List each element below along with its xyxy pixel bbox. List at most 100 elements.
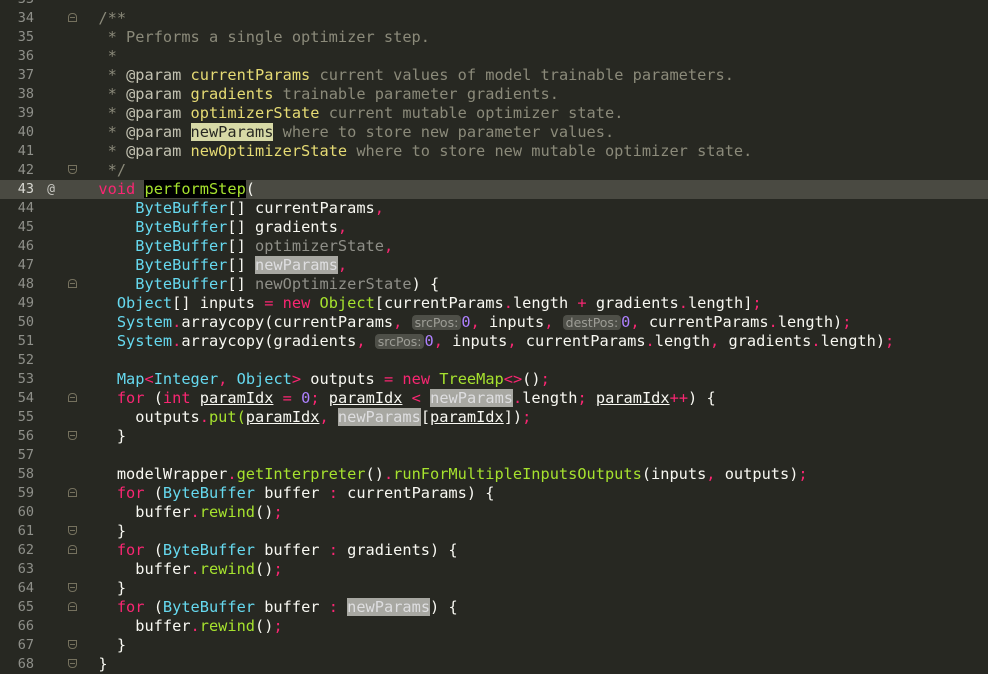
code-token: newParams [255, 256, 338, 274]
fold-collapse-icon[interactable] [68, 279, 77, 288]
code-text: void performStep( [80, 180, 255, 199]
code-line[interactable]: 39 * @param optimizerState current mutab… [0, 104, 988, 123]
code-token: [] [227, 237, 256, 255]
fold-collapse-icon[interactable] [68, 13, 77, 22]
code-token: Object [116, 294, 173, 312]
code-token: 0 [461, 313, 471, 331]
code-token: outputs [301, 370, 384, 388]
code-token: ; [310, 389, 320, 407]
override-marker-icon[interactable]: @ [44, 180, 58, 199]
code-line[interactable]: 51 System.arraycopy(gradients, srcPos: 0,… [0, 332, 988, 351]
code-line[interactable]: 46 ByteBuffer[] optimizerState, [0, 237, 988, 256]
code-token: ; [522, 408, 532, 426]
code-token: rewind [199, 503, 256, 521]
code-line[interactable]: 34 /** [0, 9, 988, 28]
code-line[interactable]: 62 for (ByteBuffer buffer : gradients) { [0, 541, 988, 560]
code-token: ) { [411, 275, 440, 293]
code-text: System.arraycopy(gradients, srcPos: 0, in… [80, 332, 894, 351]
code-token: arraycopy(currentParams [181, 313, 394, 331]
code-line[interactable]: 64 } [0, 579, 988, 598]
code-line[interactable]: 42 */ [0, 161, 988, 180]
code-token: ByteBuffer [135, 199, 228, 217]
code-token: length) [820, 332, 886, 350]
code-line[interactable]: 50 System.arraycopy(currentParams, srcPo… [0, 313, 988, 332]
code-token: currentParams) { [337, 484, 495, 502]
code-token: ; [540, 370, 550, 388]
code-line[interactable]: 54 for (int paramIdx = 0; paramIdx < new… [0, 389, 988, 408]
code-line[interactable]: 40 * @param newParams where to store new… [0, 123, 988, 142]
code-text: buffer.rewind(); [80, 503, 283, 522]
code-token: ByteBuffer [135, 218, 228, 236]
code-token: current mutable optimizer state. [319, 104, 624, 122]
fold-end-icon[interactable] [68, 431, 77, 440]
code-token: , [319, 408, 329, 426]
fold-end-icon[interactable] [68, 526, 77, 535]
code-token: rewind [199, 560, 256, 578]
code-token: @param [126, 85, 182, 103]
code-line[interactable]: 41 * @param newOptimizerState where to s… [0, 142, 988, 161]
code-line[interactable]: 38 * @param gradients trainable paramete… [0, 85, 988, 104]
code-text: ByteBuffer[] currentParams, [80, 199, 384, 218]
code-line[interactable]: 37 * @param currentParams current values… [0, 66, 988, 85]
code-token: > [291, 370, 302, 388]
code-token: ; [273, 503, 283, 521]
fold-end-icon[interactable] [68, 659, 77, 668]
code-line[interactable]: 59 for (ByteBuffer buffer : currentParam… [0, 484, 988, 503]
line-number: 35 [17, 29, 34, 45]
code-line[interactable]: 65 for (ByteBuffer buffer : newParams) { [0, 598, 988, 617]
code-line[interactable]: 68 } [0, 655, 988, 674]
fold-collapse-icon[interactable] [68, 393, 77, 402]
fold-end-icon[interactable] [68, 165, 77, 174]
line-number: 44 [17, 200, 34, 216]
code-line[interactable]: 47 ByteBuffer[] newParams, [0, 256, 988, 275]
code-line[interactable]: 53 Map<Integer, Object> outputs = new Tr… [0, 370, 988, 389]
code-line[interactable]: 36 * [0, 47, 988, 66]
code-token: ; [885, 332, 895, 350]
fold-end-icon[interactable] [68, 583, 77, 592]
code-token: paramIdx [328, 389, 403, 407]
code-line[interactable]: 55 outputs.put(paramIdx, newParams[param… [0, 408, 988, 427]
fold-collapse-icon[interactable] [68, 545, 77, 554]
code-line[interactable]: 35 * Performs a single optimizer step. [0, 28, 988, 47]
code-token: TreeMap [439, 370, 504, 388]
code-line[interactable]: 67 } [0, 636, 988, 655]
code-line[interactable]: 52 [0, 351, 988, 370]
code-line[interactable]: 63 buffer.rewind(); [0, 560, 988, 579]
code-line[interactable]: 33 [0, 0, 988, 9]
code-line[interactable]: 43 @ void performStep( [0, 180, 988, 199]
code-token: ByteBuffer [162, 484, 256, 502]
code-token: System [116, 332, 173, 350]
code-text: ByteBuffer[] gradients, [80, 218, 347, 237]
code-token: : [328, 598, 338, 616]
code-editor[interactable]: 3334 /**35 * Performs a single optimizer… [0, 0, 988, 674]
code-line[interactable]: 66 buffer.rewind(); [0, 617, 988, 636]
code-line[interactable]: 60 buffer.rewind(); [0, 503, 988, 522]
fold-end-icon[interactable] [68, 640, 77, 649]
code-line[interactable]: 61 } [0, 522, 988, 541]
code-line[interactable]: 48 ByteBuffer[] newOptimizerState) { [0, 275, 988, 294]
fold-collapse-icon[interactable] [68, 602, 77, 611]
code-token: ByteBuffer [162, 598, 256, 616]
code-token: inputs [479, 313, 545, 331]
fold-collapse-icon[interactable] [68, 488, 77, 497]
code-line[interactable]: 49 Object[] inputs = new Object[currentP… [0, 294, 988, 313]
code-line[interactable]: 45 ByteBuffer[] gradients, [0, 218, 988, 237]
code-token: gradients [586, 294, 679, 312]
code-line[interactable]: 57 [0, 446, 988, 465]
code-line[interactable]: 58 modelWrapper.getInterpreter().runForM… [0, 465, 988, 484]
code-line[interactable]: 44 ByteBuffer[] currentParams, [0, 199, 988, 218]
code-token: <> [503, 370, 523, 388]
code-line[interactable]: 56 } [0, 427, 988, 446]
code-text: ByteBuffer[] newParams, [80, 256, 347, 275]
code-token: newParams [347, 598, 431, 616]
